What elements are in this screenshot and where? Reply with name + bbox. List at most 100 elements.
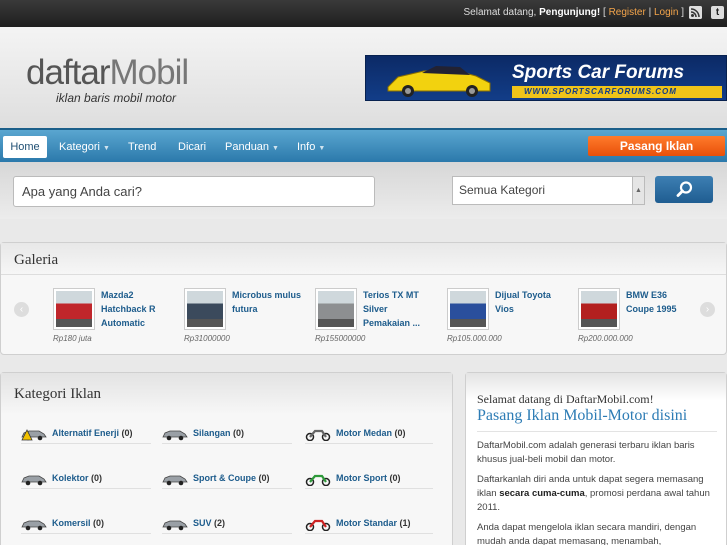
greeting-label: Selamat datang, (463, 7, 537, 18)
search-icon (676, 181, 693, 197)
divider (477, 431, 717, 432)
nav-panduan[interactable]: Panduan ▼ (225, 136, 279, 158)
gallery-item-title[interactable]: Terios TX MT Silver Pemakaian ... (363, 288, 433, 330)
category-count: (1) (399, 518, 411, 528)
tagline: iklan baris mobil motor (56, 91, 177, 105)
gallery-item-title[interactable]: Dijual Toyota Vios (495, 288, 565, 316)
category-item-label[interactable]: Motor Medan (0) (336, 428, 406, 438)
car-photo (450, 291, 486, 327)
category-item-label[interactable]: Sport & Coupe (0) (193, 473, 270, 483)
category-count: (0) (91, 473, 103, 483)
motorbike-icon (305, 429, 331, 441)
header: daftarMobil iklan baris mobil motor Spor… (0, 27, 727, 128)
sports-car-image (387, 66, 491, 97)
category-item[interactable]: Motor Standar (1) (305, 514, 433, 534)
category-count: (0) (233, 428, 245, 438)
category-item[interactable]: SUV (2) (162, 514, 292, 534)
welcome-p2-b: secara cuma-cuma (499, 488, 585, 499)
category-count: (0) (93, 518, 105, 528)
car-thumbnail[interactable] (578, 288, 620, 330)
chevron-down-icon: ▼ (272, 145, 279, 152)
category-item-label[interactable]: Komersil (0) (52, 518, 104, 528)
car-icon (162, 475, 188, 486)
category-panel: Kategori Iklan Alternatif Enerji (0) Sila… (0, 372, 453, 545)
category-item-label[interactable]: Silangan (0) (193, 428, 244, 438)
search-bar: Semua Kategori ▲ (0, 162, 727, 219)
category-name: Silangan (193, 428, 231, 438)
car-thumbnail[interactable] (53, 288, 95, 330)
top-bar: Selamat datang, Pengunjung! [ Register |… (0, 0, 727, 27)
category-title: Kategori Iklan (14, 386, 102, 402)
category-item[interactable]: Motor Sport (0) (305, 469, 433, 489)
welcome-line2: Pasang Iklan Mobil-Motor disini (477, 407, 688, 424)
gallery-item-price: Rp200.000.000 (578, 334, 633, 343)
motorbike-icon (305, 474, 331, 486)
car-photo (56, 291, 92, 327)
car-icon (21, 475, 47, 486)
welcome-paragraph-1: DaftarMobil.com adalah generasi terbaru … (477, 440, 695, 465)
category-item-label[interactable]: Motor Sport (0) (336, 473, 401, 483)
gallery-next-button[interactable]: › (700, 302, 715, 317)
register-link[interactable]: Register (609, 7, 646, 18)
pasang-iklan-button[interactable]: Pasang Iklan (588, 136, 725, 156)
banner-url: WWW.SPORTSCARFORUMS.COM (512, 86, 722, 98)
category-item-label[interactable]: Alternatif Enerji (0) (52, 428, 133, 438)
gallery-item-title[interactable]: Mazda2 Hatchback R Automatic (101, 288, 171, 330)
gallery-item-price: Rp180 juta (53, 334, 92, 343)
category-name: Sport & Coupe (193, 473, 256, 483)
nav-dicari-label: Dicari (178, 141, 207, 153)
welcome-paragraph-2: Daftarkanlah diri anda untuk dapat seger… (477, 473, 722, 515)
nav-dicari[interactable]: Dicari (178, 136, 206, 158)
ad-banner[interactable]: Sports Car Forums WWW.SPORTSCARFORUMS.CO… (365, 55, 727, 101)
gallery-item-title[interactable]: Microbus mulus futura (232, 288, 302, 316)
gallery-item-price: Rp155000000 (315, 334, 366, 343)
search-input[interactable] (13, 176, 375, 207)
category-name: Kolektor (52, 473, 89, 483)
category-item[interactable]: Kolektor (0) (21, 469, 151, 489)
rss-icon[interactable] (689, 6, 702, 19)
banner-title: Sports Car Forums (512, 62, 685, 83)
category-count: (2) (214, 518, 226, 528)
category-select[interactable]: Semua Kategori ▲ (452, 176, 645, 205)
user-name: Pengunjung! (539, 7, 601, 18)
car-thumbnail[interactable] (447, 288, 489, 330)
gallery-prev-button[interactable]: ‹ (14, 302, 29, 317)
car-photo (318, 291, 354, 327)
category-item-label[interactable]: SUV (2) (193, 518, 225, 528)
welcome-line1: Selamat datang di DaftarMobil.com! (477, 392, 654, 406)
category-item[interactable]: Komersil (0) (21, 514, 151, 534)
category-name: SUV (193, 518, 212, 528)
chevron-down-icon: ▲ (632, 177, 644, 204)
category-count: (0) (121, 428, 133, 438)
nav-info[interactable]: Info ▼ (297, 136, 325, 158)
category-name: Motor Medan (336, 428, 392, 438)
car-thumbnail[interactable] (315, 288, 357, 330)
category-item[interactable]: Alternatif Enerji (0) (21, 424, 151, 444)
category-count: (0) (389, 473, 401, 483)
tumblr-icon[interactable]: t (711, 6, 724, 19)
site-logo[interactable]: daftarMobil (26, 53, 189, 93)
login-link[interactable]: Login (654, 7, 678, 18)
gallery-item-price: Rp105.000.000 (447, 334, 502, 343)
category-item[interactable]: Sport & Coupe (0) (162, 469, 292, 489)
category-name: Motor Sport (336, 473, 387, 483)
category-item-label[interactable]: Kolektor (0) (52, 473, 102, 483)
category-name: Motor Standar (336, 518, 398, 528)
logo-part1: daftar (26, 53, 110, 92)
gallery-item-title[interactable]: BMW E36 Coupe 1995 (626, 288, 696, 316)
truck-icon (21, 520, 47, 531)
nav-trend-label: Trend (128, 141, 157, 153)
nav-kategori[interactable]: Kategori ▼ (59, 136, 110, 158)
nav-home[interactable]: Home (3, 136, 47, 158)
category-item[interactable]: Silangan (0) (162, 424, 292, 444)
category-item[interactable]: Motor Medan (0) (305, 424, 433, 444)
category-item-label[interactable]: Motor Standar (1) (336, 518, 411, 528)
car-photo (187, 291, 223, 327)
category-count: (0) (258, 473, 270, 483)
search-button[interactable] (655, 176, 713, 203)
welcome-panel: Selamat datang di DaftarMobil.com! Pasan… (465, 372, 727, 545)
car-thumbnail[interactable] (184, 288, 226, 330)
nav-home-label: Home (10, 141, 40, 153)
nav-trend[interactable]: Trend (128, 136, 156, 158)
gallery-item-price: Rp31000000 (184, 334, 230, 343)
